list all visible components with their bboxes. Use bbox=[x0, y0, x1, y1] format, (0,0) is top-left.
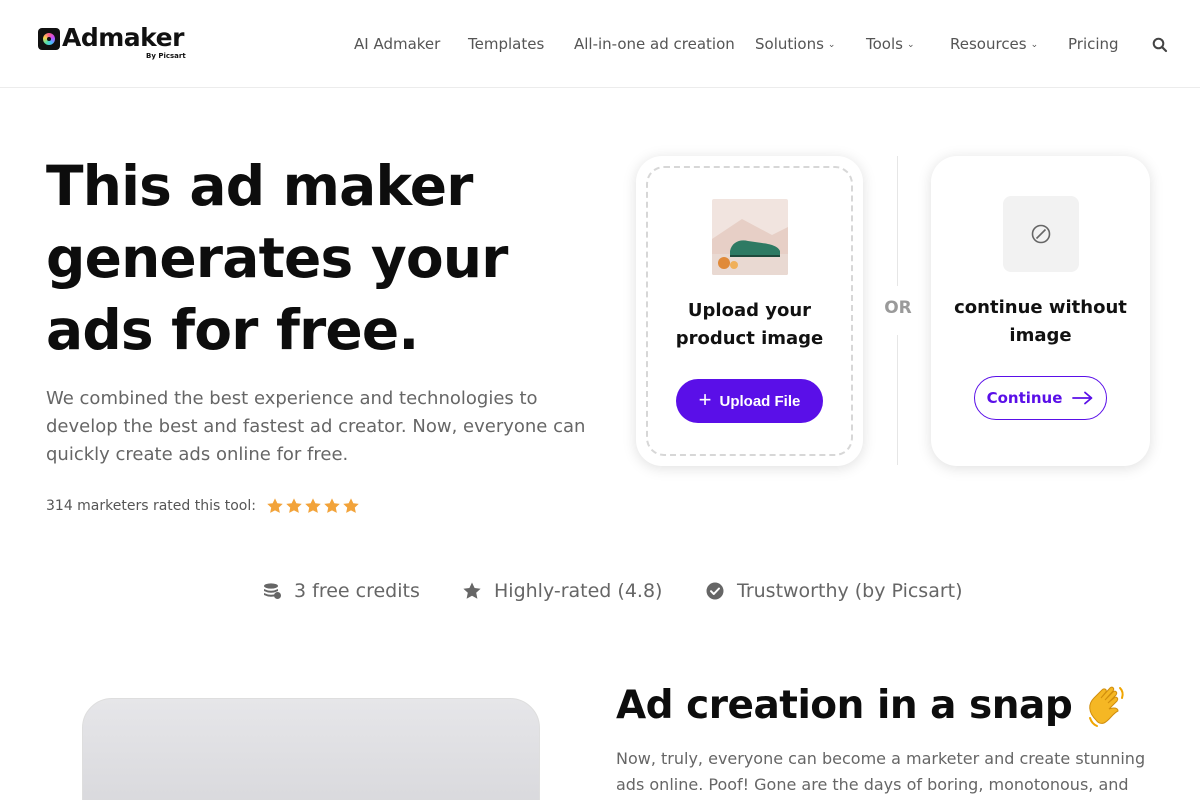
divider-line bbox=[897, 156, 898, 286]
logo-subtext: By Picsart bbox=[146, 52, 186, 60]
star-icon bbox=[305, 498, 321, 513]
logo-text: Admaker bbox=[62, 23, 184, 52]
upload-file-label: Upload File bbox=[719, 392, 801, 410]
snap-section-description: Now, truly, everyone can become a market… bbox=[616, 749, 1146, 794]
rating-text: 314 marketers rated this tool: bbox=[46, 498, 256, 514]
nav-item-tools[interactable]: Tools ⌄ bbox=[866, 35, 915, 53]
star-icon bbox=[286, 498, 302, 513]
arrow-right-icon bbox=[1072, 391, 1093, 405]
star-icon bbox=[324, 498, 340, 513]
or-label: OR bbox=[884, 298, 912, 318]
upload-file-button[interactable]: + Upload File bbox=[676, 379, 823, 423]
plus-icon: + bbox=[698, 387, 712, 412]
upload-card[interactable]: Upload your product image + Upload File bbox=[636, 156, 863, 466]
hero-title-line: generates your bbox=[46, 226, 508, 290]
star-icon bbox=[343, 498, 359, 513]
continue-button[interactable]: Continue bbox=[974, 376, 1107, 420]
rating-stars bbox=[266, 497, 360, 515]
continue-card[interactable]: continue without image Continue bbox=[931, 156, 1150, 466]
nav-item-all-in-one[interactable]: All-in-one ad creation bbox=[574, 35, 735, 53]
no-image-icon bbox=[1031, 224, 1051, 244]
feature-rating: Highly-rated (4.8) bbox=[462, 580, 662, 602]
coins-icon bbox=[264, 583, 281, 599]
site-header: Admaker By Picsart AI Admaker Templates … bbox=[0, 0, 1200, 88]
feature-trust: Trustworthy (by Picsart) bbox=[705, 580, 963, 602]
snap-section-title-text: Ad creation in a snap bbox=[616, 682, 1073, 728]
feature-rating-label: Highly-rated (4.8) bbox=[494, 580, 663, 602]
hero-description: We combined the best experience and tech… bbox=[46, 388, 586, 465]
continue-card-title-line: continue without bbox=[954, 297, 1127, 318]
no-image-placeholder bbox=[1003, 196, 1079, 272]
chevron-down-icon: ⌄ bbox=[906, 40, 915, 50]
upload-card-title: Upload your product image bbox=[636, 297, 863, 353]
continue-card-title: continue without image bbox=[931, 294, 1150, 350]
chevron-down-icon: ⌄ bbox=[827, 40, 836, 50]
rating-row: 314 marketers rated this tool: bbox=[46, 494, 360, 518]
star-icon bbox=[267, 498, 283, 513]
upload-card-title-line: Upload your bbox=[687, 300, 812, 321]
features-row: 3 free credits Highly-rated (4.8) Trustw… bbox=[0, 580, 1200, 606]
nav-item-templates[interactable]: Templates bbox=[468, 35, 544, 53]
continue-card-title-line: image bbox=[1009, 325, 1072, 346]
feature-trust-label: Trustworthy (by Picsart) bbox=[737, 580, 963, 602]
continue-label: Continue bbox=[986, 389, 1063, 407]
chevron-down-icon: ⌄ bbox=[1030, 40, 1039, 50]
feature-credits: 3 free credits bbox=[262, 580, 420, 602]
nav-item-solutions[interactable]: Solutions ⌄ bbox=[755, 35, 835, 53]
feature-credits-label: 3 free credits bbox=[294, 580, 420, 602]
logo-icon bbox=[38, 28, 60, 50]
upload-card-title-line: product image bbox=[675, 328, 824, 349]
nav-item-ai-admaker[interactable]: AI Admaker bbox=[354, 35, 440, 53]
star-icon bbox=[463, 582, 481, 599]
nav-item-pricing[interactable]: Pricing bbox=[1068, 35, 1119, 53]
hero-title-line: This ad maker bbox=[46, 154, 473, 218]
hero-title-line: ads for free. bbox=[46, 298, 419, 362]
nav-item-resources[interactable]: Resources ⌄ bbox=[950, 35, 1038, 53]
waving-hand-icon bbox=[1089, 686, 1124, 727]
divider-line bbox=[897, 335, 898, 465]
product-sample-image bbox=[712, 199, 788, 275]
hero-title: This ad maker generates your ads for fre… bbox=[46, 150, 606, 366]
search-icon[interactable] bbox=[1152, 37, 1168, 53]
snap-section-title: Ad creation in a snap bbox=[616, 680, 1132, 730]
check-circle-icon bbox=[706, 582, 724, 600]
admaker-logo[interactable]: Admaker By Picsart bbox=[38, 23, 198, 66]
preview-media bbox=[82, 698, 540, 800]
